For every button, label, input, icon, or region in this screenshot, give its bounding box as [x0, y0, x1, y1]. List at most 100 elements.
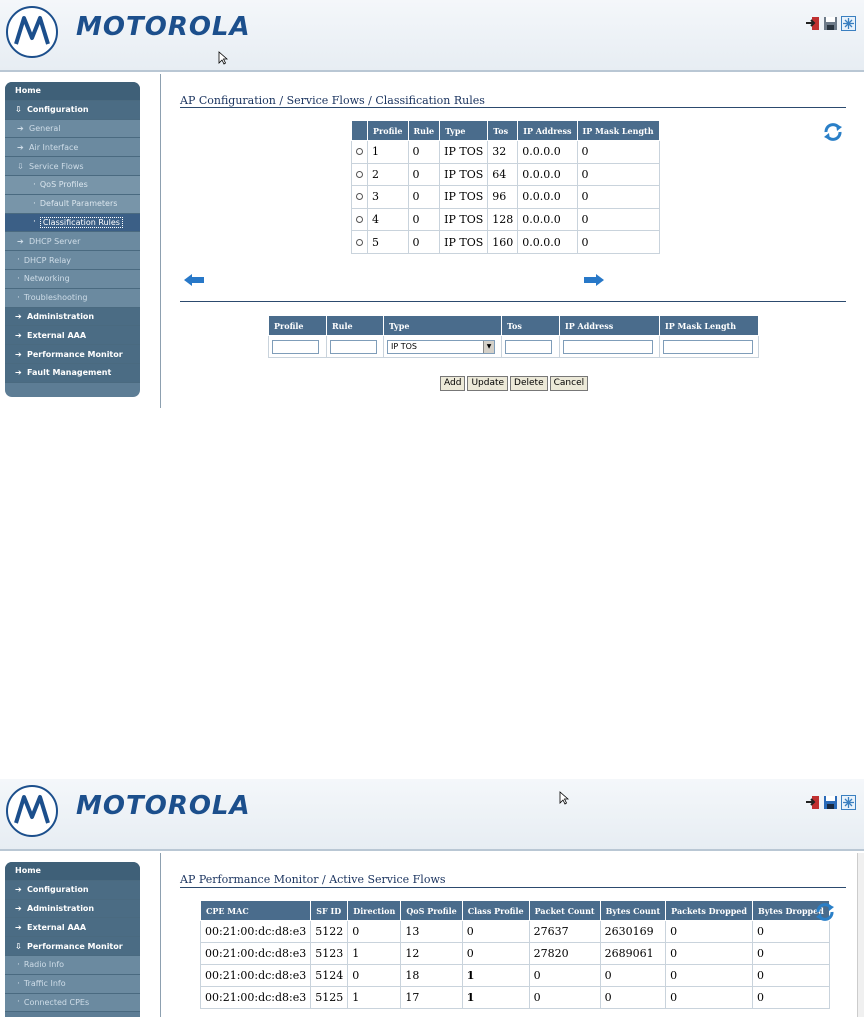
nav-external-aaa[interactable]: ➔ External AAA: [5, 326, 140, 346]
table-cell: 0: [461, 942, 530, 965]
app-header: MOTOROLA: [0, 779, 864, 851]
nav-dhcp-server[interactable]: ➔ DHCP Server: [5, 232, 140, 252]
nav-home[interactable]: Home: [5, 82, 140, 101]
row-radio[interactable]: [356, 238, 363, 246]
column-header: Direction: [347, 900, 402, 921]
nav-classification-rules[interactable]: · Classification Rules: [5, 213, 140, 233]
arrow-right-icon: ➔: [15, 349, 22, 359]
ip-address-input[interactable]: [563, 339, 653, 354]
table-cell: 0: [347, 920, 402, 943]
arrow-right-icon: ➔: [15, 311, 22, 321]
chevron-down-icon: ⇩: [15, 941, 22, 951]
nav-configuration[interactable]: ⇩ Configuration: [5, 100, 140, 120]
nav-home[interactable]: Home: [5, 862, 140, 881]
nav-configuration[interactable]: ➔ Configuration: [5, 880, 140, 900]
reboot-icon[interactable]: [841, 795, 856, 810]
bullet-icon: ·: [33, 217, 36, 228]
save-icon[interactable]: [823, 795, 838, 810]
table-cell: 0.0.0.0: [517, 140, 578, 164]
delete-button[interactable]: Delete: [510, 376, 548, 391]
table-cell: 0.0.0.0: [517, 185, 578, 209]
column-header: CPE MAC: [199, 900, 312, 921]
table-cell: 00:21:00:dc:d8:e3: [199, 920, 312, 943]
tos-input[interactable]: [505, 339, 552, 354]
table-cell: 128: [487, 207, 519, 232]
table-cell: 0: [751, 920, 830, 943]
table-cell: 0: [665, 942, 753, 965]
nav-dhcp-relay[interactable]: · DHCP Relay: [5, 251, 140, 270]
table-cell: 13: [400, 920, 463, 943]
column-header: [351, 120, 368, 141]
sidebar-nav: Home ⇩ Configuration ➔ General ➔ Air Interf…: [5, 82, 140, 397]
nav-administration[interactable]: ➔ Administration: [5, 899, 140, 919]
row-radio[interactable]: [356, 170, 363, 178]
refresh-icon[interactable]: [814, 901, 836, 923]
table-cell: IP TOS: [439, 230, 489, 254]
column-header: Tos: [501, 315, 560, 336]
nav-networking[interactable]: · Networking: [5, 269, 140, 289]
table-cell: 12: [400, 942, 463, 965]
column-header: Type: [383, 315, 502, 336]
nav-external-aaa[interactable]: ➔ External AAA: [5, 918, 140, 938]
nav-radio-info[interactable]: · Radio Info: [5, 955, 140, 975]
nav-qos-profiles[interactable]: · QoS Profiles: [5, 175, 140, 195]
update-button[interactable]: Update: [467, 376, 509, 391]
logout-icon[interactable]: [805, 795, 820, 810]
table-cell: 00:21:00:dc:d8:e3: [199, 986, 312, 1009]
table-cell: IP TOS: [439, 162, 489, 187]
logout-icon[interactable]: [805, 16, 820, 31]
column-header: Class Profile: [461, 900, 530, 921]
row-radio[interactable]: [356, 193, 363, 201]
table-row: 1 0 IP TOS 32 0.0.0.0 0: [351, 140, 660, 164]
nav-administration[interactable]: ➔ Administration: [5, 307, 140, 327]
nav-fault-management[interactable]: ➔ Fault Management: [5, 363, 140, 383]
column-header: QoS Profile: [400, 900, 463, 921]
column-header: Bytes Count: [599, 900, 667, 921]
classification-rules-table: Profile Rule Type Tos IP Address IP Mask…: [351, 120, 660, 254]
profile-input[interactable]: [272, 339, 319, 354]
arrow-right-icon: ➔: [15, 330, 22, 340]
motorola-logo-icon: [6, 6, 58, 58]
next-page-arrow-icon[interactable]: [583, 273, 605, 287]
table-cell: 5123: [310, 942, 349, 965]
refresh-icon[interactable]: [822, 121, 844, 143]
row-radio[interactable]: [356, 148, 363, 156]
nav-general[interactable]: ➔ General: [5, 119, 140, 139]
bullet-icon: ·: [17, 255, 20, 266]
mouse-cursor-icon: [559, 791, 569, 805]
table-cell: 0: [665, 920, 753, 943]
table-cell: 5122: [310, 920, 349, 943]
breadcrumb-divider: [180, 887, 846, 888]
previous-page-arrow-icon[interactable]: [183, 273, 205, 287]
table-cell: 0: [665, 986, 753, 1009]
nav-performance-monitor[interactable]: ➔ Performance Monitor: [5, 345, 140, 364]
chevron-down-icon: ⇩: [17, 161, 24, 171]
column-header: Packet Count: [528, 900, 601, 921]
nav-service-flows[interactable]: ⇩ Service Flows: [5, 157, 140, 176]
add-button[interactable]: Add: [440, 376, 466, 391]
reboot-icon[interactable]: [841, 16, 856, 31]
rule-input[interactable]: [330, 339, 377, 354]
column-header: Rule: [407, 120, 441, 141]
table-cell: 0: [599, 964, 667, 987]
row-radio[interactable]: [356, 216, 363, 224]
save-icon[interactable]: [823, 16, 838, 31]
sidebar-divider: [160, 74, 161, 408]
app-header: MOTOROLA: [0, 0, 864, 72]
ip-mask-length-input[interactable]: [663, 339, 753, 354]
nav-air-interface[interactable]: ➔ Air Interface: [5, 138, 140, 158]
nav-connected-cpes[interactable]: · Connected CPEs: [5, 993, 140, 1013]
table-cell: 4: [367, 207, 409, 232]
column-header: IP Address: [517, 120, 578, 141]
nav-performance-monitor[interactable]: ⇩ Performance Monitor: [5, 937, 140, 956]
nav-traffic-info[interactable]: · Traffic Info: [5, 974, 140, 994]
motorola-logo-icon: [6, 785, 58, 837]
table-cell: 3: [367, 185, 409, 209]
page-scrollbar[interactable]: [857, 853, 864, 1017]
nav-default-parameters[interactable]: · Default Parameters: [5, 194, 140, 214]
type-select[interactable]: IP TOS ▼: [387, 339, 495, 354]
nav-troubleshooting[interactable]: · Troubleshooting: [5, 288, 140, 308]
table-cell: 0: [407, 185, 441, 209]
table-cell: 0: [528, 986, 601, 1009]
cancel-button[interactable]: Cancel: [549, 376, 589, 391]
